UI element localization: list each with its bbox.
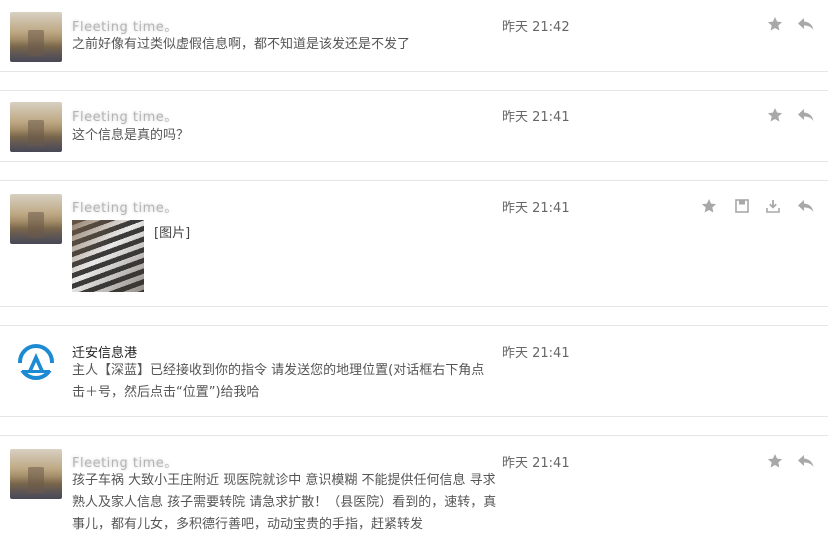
save-icon[interactable] xyxy=(733,197,751,215)
sender-name: 迁安信息港 xyxy=(72,346,138,361)
image-label: [图片] xyxy=(154,226,191,241)
sender-name: Fleeting time。 xyxy=(72,20,178,35)
star-icon[interactable] xyxy=(766,106,784,124)
message-item: 迁安信息港 主人【深蓝】已经接收到你的指令 请发送您的地理位置(对话框右下角点击… xyxy=(0,325,828,417)
message-item: Fleeting time。 这个信息是真的吗？ 昨天 21:41 xyxy=(0,90,828,162)
avatar[interactable] xyxy=(10,337,62,387)
avatar[interactable] xyxy=(10,449,62,499)
message-text: 主人【深蓝】已经接收到你的指令 请发送您的地理位置(对话框右下角点击＋号，然后点… xyxy=(72,363,485,400)
timestamp: 昨天 21:41 xyxy=(502,346,570,361)
avatar[interactable] xyxy=(10,12,62,62)
timestamp: 昨天 21:42 xyxy=(502,20,570,35)
divider xyxy=(0,306,828,307)
message-item: Fleeting time。 [图片] 昨天 21:41 xyxy=(0,180,828,307)
star-icon[interactable] xyxy=(766,15,784,33)
reply-icon[interactable] xyxy=(797,452,815,470)
avatar[interactable] xyxy=(10,102,62,152)
divider xyxy=(0,416,828,417)
reply-icon[interactable] xyxy=(797,15,815,33)
reply-icon[interactable] xyxy=(797,106,815,124)
sender-name: Fleeting time。 xyxy=(72,110,178,125)
timestamp: 昨天 21:41 xyxy=(502,201,570,216)
timestamp: 昨天 21:41 xyxy=(502,456,570,471)
message-text: 之前好像有过类似虚假信息啊，都不知道是该发还是不发了 xyxy=(72,37,411,52)
star-icon[interactable] xyxy=(766,452,784,470)
sender-name: Fleeting time。 xyxy=(72,201,178,216)
sender-name: Fleeting time。 xyxy=(72,456,178,471)
divider xyxy=(0,71,828,72)
timestamp: 昨天 21:41 xyxy=(502,110,570,125)
reply-icon[interactable] xyxy=(797,197,815,215)
message-item: Fleeting time。 之前好像有过类似虚假信息啊，都不知道是该发还是不发… xyxy=(0,0,828,72)
download-icon[interactable] xyxy=(764,197,782,215)
message-text: 孩子车祸 大致小王庄附近 现医院就诊中 意识模糊 不能提供任何信息 寻求熟人及家… xyxy=(72,473,497,532)
divider xyxy=(0,161,828,162)
avatar[interactable] xyxy=(10,194,62,244)
message-text: 这个信息是真的吗？ xyxy=(72,128,190,143)
star-icon[interactable] xyxy=(700,197,718,215)
message-item: Fleeting time。 孩子车祸 大致小王庄附近 现医院就诊中 意识模糊 … xyxy=(0,435,828,539)
image-thumbnail[interactable] xyxy=(72,220,144,292)
qianan-logo-icon xyxy=(18,344,54,380)
